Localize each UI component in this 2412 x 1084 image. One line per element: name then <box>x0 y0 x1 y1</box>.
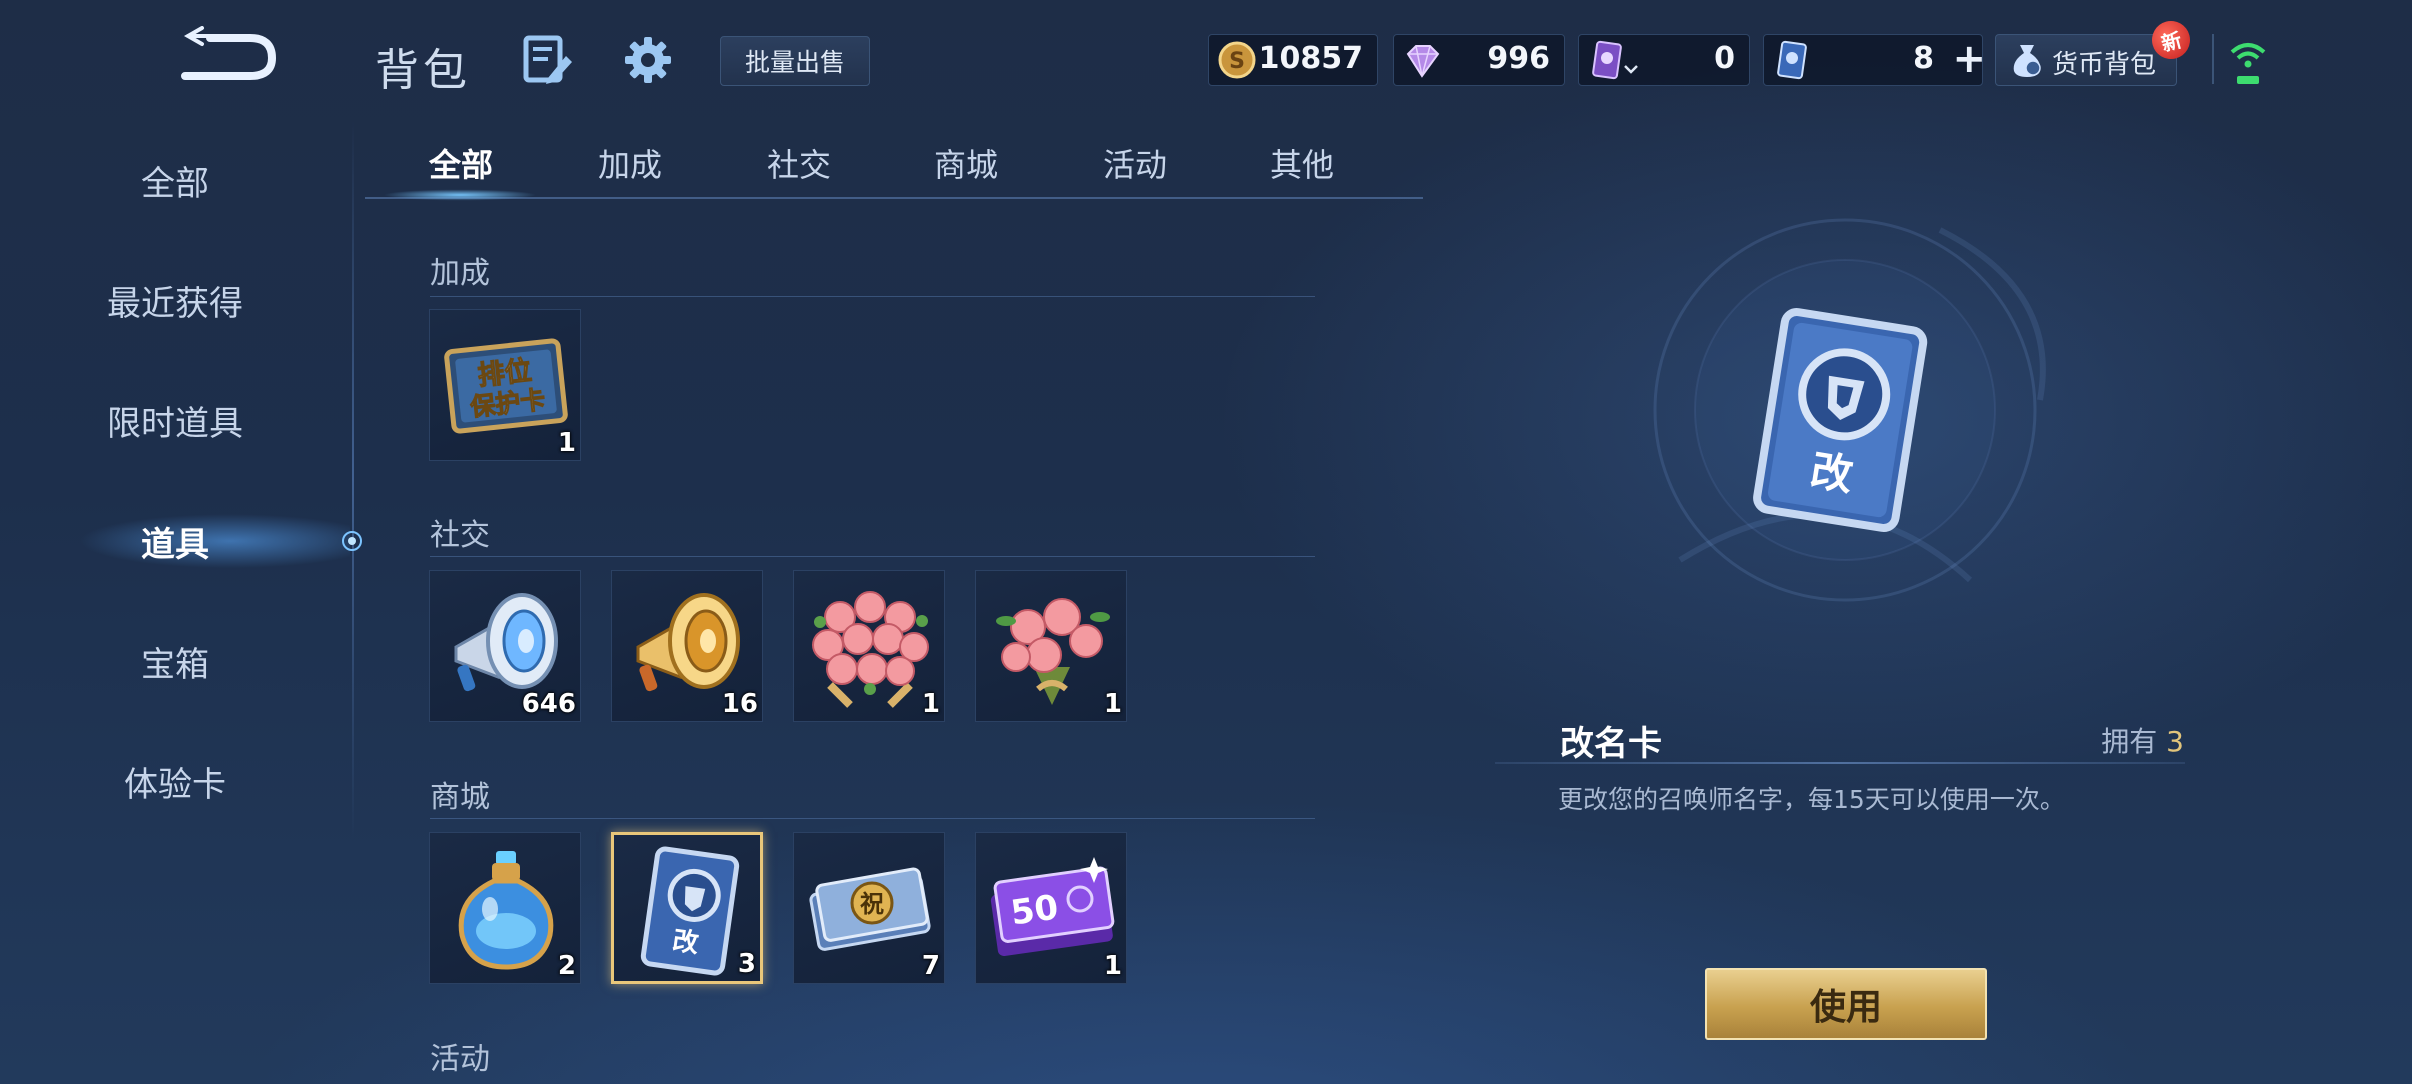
blue-card-counter: 8 + <box>1763 34 1986 86</box>
purple-card-icon <box>1592 40 1622 80</box>
svg-text:改: 改 <box>1807 445 1856 500</box>
item-count: 16 <box>721 689 758 719</box>
blue-card-icon <box>1777 40 1807 80</box>
detail-divider <box>1495 762 2185 764</box>
item-slot-blessing-ticket[interactable]: 祝 7 <box>793 832 945 984</box>
tab-active-glow <box>365 188 555 202</box>
coupon-50-icon: 50 <box>990 857 1115 957</box>
gear-icon <box>625 37 671 83</box>
sidebar-item-all[interactable]: 全部 <box>0 145 350 215</box>
item-count: 7 <box>921 951 940 981</box>
sidebar-active-indicator <box>342 531 362 551</box>
back-arrow-icon <box>181 26 277 80</box>
use-button[interactable]: 使用 <box>1705 968 1987 1040</box>
item-count: 2 <box>557 951 576 981</box>
money-bag-icon <box>2013 45 2041 77</box>
svg-text:改: 改 <box>671 925 701 959</box>
detail-item-name: 改名卡 <box>1560 724 1662 764</box>
item-count: 3 <box>737 949 756 979</box>
item-count: 1 <box>921 689 940 719</box>
sidebar-item-trial-cards[interactable]: 体验卡 <box>0 746 350 816</box>
sidebar-item-recent[interactable]: 最近获得 <box>0 265 350 335</box>
svg-text:50: 50 <box>1008 887 1060 933</box>
tab-other[interactable]: 其他 <box>1237 140 1367 190</box>
item-count: 1 <box>1103 689 1122 719</box>
section-divider <box>430 556 1315 557</box>
gold-coin-icon: S <box>1218 41 1256 79</box>
sidebar-item-limited[interactable]: 限时道具 <box>0 385 350 455</box>
sidebar-divider <box>352 120 354 840</box>
item-count: 1 <box>557 428 576 458</box>
purple-card-counter[interactable]: 0 <box>1578 34 1750 86</box>
chevron-down-icon <box>1624 65 1638 74</box>
tab-all[interactable]: 全部 <box>396 140 526 190</box>
blessing-ticket-icon: 祝 <box>809 867 931 951</box>
rose-bouquet-icon <box>996 598 1110 705</box>
item-slot-silver-megaphone[interactable]: 646 <box>429 570 581 722</box>
section-divider <box>430 296 1315 297</box>
tab-social[interactable]: 社交 <box>734 140 864 190</box>
section-title-social: 社交 <box>430 518 490 553</box>
item-slot-coupon-50[interactable]: 50 1 <box>975 832 1127 984</box>
detail-description: 更改您的召唤师名字，每15天可以使用一次。 <box>1558 785 2065 814</box>
divider <box>2212 34 2214 84</box>
add-blue-card-button[interactable]: + <box>1952 39 1986 79</box>
sidebar-item-chests[interactable]: 宝箱 <box>0 626 350 696</box>
item-slot-rose-bouquet[interactable]: 1 <box>975 570 1127 722</box>
currency-wallet-button[interactable]: 货币背包 新 <box>1995 16 2195 86</box>
settings-button[interactable] <box>620 32 676 88</box>
item-slot-rename-card[interactable]: 改 3 <box>611 832 763 984</box>
svg-text:祝: 祝 <box>860 890 884 918</box>
tab-mall[interactable]: 商城 <box>901 140 1031 190</box>
tab-events[interactable]: 活动 <box>1070 140 1200 190</box>
item-count: 646 <box>521 689 576 719</box>
diamond-counter: 996 <box>1393 34 1565 86</box>
batch-sell-button[interactable]: 批量出售 <box>720 36 870 86</box>
svg-text:S: S <box>1229 49 1245 74</box>
back-button[interactable] <box>180 26 280 86</box>
diamond-icon <box>1406 45 1440 78</box>
rename-card-large-icon: 改 <box>1753 308 1928 533</box>
edit-list-icon <box>523 35 572 84</box>
section-title-bonus: 加成 <box>430 256 490 291</box>
page-title: 背包 <box>375 45 471 96</box>
rank-protect-card-icon: 排位 保护卡 <box>444 338 568 434</box>
item-slot-potion-bottle[interactable]: 2 <box>429 832 581 984</box>
section-divider <box>430 818 1315 819</box>
gold-coin-counter: S 10857 <box>1208 34 1378 86</box>
section-title-mall: 商城 <box>430 780 490 815</box>
potion-bottle-icon <box>458 851 554 970</box>
wifi-signal-icon <box>2230 43 2266 84</box>
edit-button[interactable] <box>520 32 576 88</box>
tab-bonus[interactable]: 加成 <box>565 140 695 190</box>
detail-owned-count: 拥有 3 <box>2101 725 2184 758</box>
item-slot-gold-megaphone[interactable]: 16 <box>611 570 763 722</box>
item-slot-rose-basket[interactable]: 1 <box>793 570 945 722</box>
item-slot-rank-protect-card[interactable]: 排位 保护卡 1 <box>429 309 581 461</box>
section-title-events: 活动 <box>430 1042 490 1077</box>
rose-basket-icon <box>812 591 929 708</box>
sidebar-item-props[interactable]: 道具 <box>0 506 350 576</box>
item-count: 1 <box>1103 951 1122 981</box>
